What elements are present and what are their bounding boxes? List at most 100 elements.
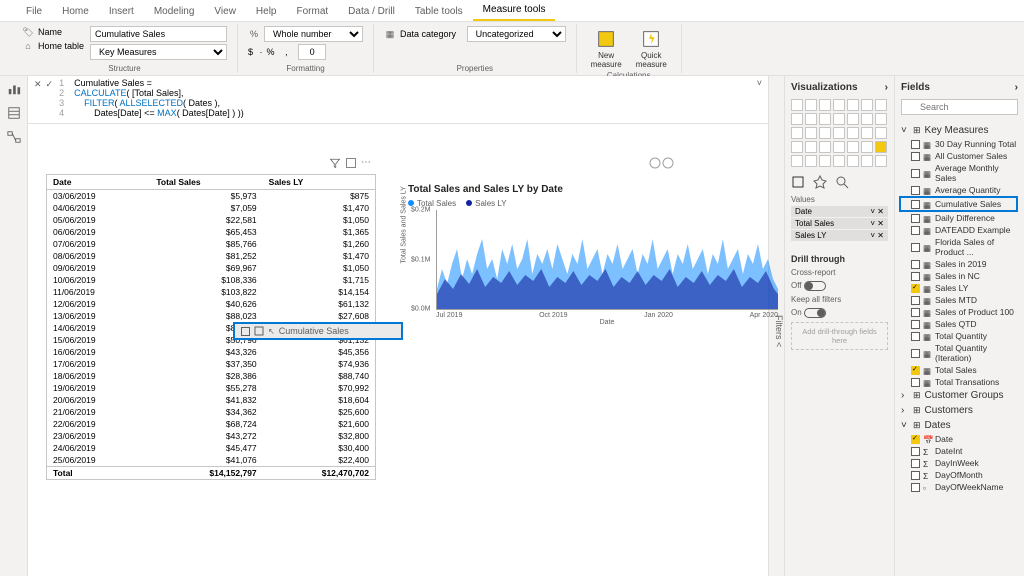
new-measure-button[interactable]: New measure <box>587 26 626 71</box>
table-row[interactable]: 16/06/2019$43,326$45,356 <box>47 346 375 358</box>
cancel-formula-icon[interactable]: ✕ <box>34 79 42 90</box>
viz-type-button[interactable] <box>833 155 845 167</box>
format-select[interactable]: Whole number <box>264 26 363 42</box>
collapse-icon[interactable]: › <box>1015 82 1018 93</box>
formula-bar[interactable]: ✕✓ 1234 Cumulative Sales = CALCULATE( [T… <box>28 76 768 124</box>
field-item[interactable]: ▦Total Sales <box>901 364 1018 376</box>
report-view-icon[interactable] <box>7 82 21 96</box>
field-checkbox[interactable] <box>911 214 920 223</box>
formula-code[interactable]: Cumulative Sales = CALCULATE( [Total Sal… <box>74 78 244 118</box>
tab-format[interactable]: Format <box>287 2 339 21</box>
field-checkbox[interactable] <box>911 226 920 235</box>
table-row[interactable]: 05/06/2019$22,581$1,050 <box>47 214 375 226</box>
field-item[interactable]: 📅Date <box>901 433 1018 445</box>
filter-icon[interactable] <box>329 157 341 169</box>
formula-expand-icon[interactable]: ˅ <box>757 78 762 88</box>
percent-button[interactable]: % <box>267 47 275 57</box>
field-checkbox[interactable] <box>911 186 920 195</box>
viz-type-button[interactable] <box>805 99 817 111</box>
viz-type-button[interactable] <box>847 141 859 153</box>
field-checkbox[interactable] <box>911 308 920 317</box>
fields-tab-icon[interactable] <box>791 175 805 189</box>
field-checkbox[interactable] <box>911 378 920 387</box>
tab-table-tools[interactable]: Table tools <box>405 2 473 21</box>
field-item[interactable]: ▫DayOfWeekName <box>901 481 1018 493</box>
table-row[interactable]: 11/06/2019$103,822$14,154 <box>47 286 375 298</box>
viz-type-button[interactable] <box>805 113 817 125</box>
column-header[interactable]: Date <box>47 175 150 190</box>
field-item[interactable]: ▦Total Quantity (Iteration) <box>901 342 1018 364</box>
field-checkbox[interactable] <box>911 260 920 269</box>
viz-type-button[interactable] <box>791 113 803 125</box>
field-item[interactable]: ▦Sales in 2019 <box>901 258 1018 270</box>
table-row[interactable]: 24/06/2019$45,477$30,400 <box>47 442 375 454</box>
field-checkbox[interactable] <box>911 320 920 329</box>
more-icon[interactable]: ⋯ <box>361 157 371 169</box>
viz-type-button[interactable] <box>875 141 887 153</box>
viz-type-button[interactable] <box>875 99 887 111</box>
viz-type-button[interactable] <box>847 99 859 111</box>
field-item[interactable]: ΣDateInt <box>901 445 1018 457</box>
tab-insert[interactable]: Insert <box>99 2 144 21</box>
table-row[interactable]: 18/06/2019$28,386$88,740 <box>47 370 375 382</box>
data-view-icon[interactable] <box>7 106 21 120</box>
viz-type-button[interactable] <box>847 155 859 167</box>
viz-type-button[interactable] <box>819 113 831 125</box>
viz-type-button[interactable] <box>875 113 887 125</box>
tab-view[interactable]: View <box>204 2 246 21</box>
viz-type-button[interactable] <box>875 127 887 139</box>
viz-type-button[interactable] <box>805 141 817 153</box>
field-item[interactable]: ▦Average Monthly Sales <box>901 162 1018 184</box>
viz-type-button[interactable] <box>805 127 817 139</box>
field-checkbox[interactable] <box>911 435 920 444</box>
field-checkbox[interactable] <box>911 349 920 358</box>
viz-type-button[interactable] <box>833 113 845 125</box>
decimals-input[interactable] <box>298 44 326 60</box>
viz-type-button[interactable] <box>861 127 873 139</box>
viz-type-button[interactable] <box>861 113 873 125</box>
viz-type-button[interactable] <box>805 155 817 167</box>
well-item[interactable]: Sales LY˅ ✕ <box>791 230 888 241</box>
field-checkbox[interactable] <box>911 483 920 492</box>
field-table-header[interactable]: ›⊞Customer Groups <box>901 388 1018 403</box>
drill-drop-zone[interactable]: Add drill-through fields here <box>791 322 888 350</box>
viz-type-button[interactable] <box>875 155 887 167</box>
field-item[interactable]: ▦Sales of Product 100 <box>901 306 1018 318</box>
chart-visual[interactable]: Total Sales and Sales LY by Date Total S… <box>408 184 778 326</box>
field-item[interactable]: ▦Total Quantity <box>901 330 1018 342</box>
home-table-select[interactable]: Key Measures <box>90 44 227 60</box>
viz-type-button[interactable] <box>819 141 831 153</box>
field-item[interactable]: ▦Daily Difference <box>901 212 1018 224</box>
commit-formula-icon[interactable]: ✓ <box>46 79 54 90</box>
quick-measure-button[interactable]: Quick measure <box>632 26 671 71</box>
table-row[interactable]: 08/06/2019$81,252$1,470 <box>47 250 375 262</box>
format-tab-icon[interactable] <box>813 175 827 189</box>
field-item[interactable]: ▦Sales in NC <box>901 270 1018 282</box>
tab-data-drill[interactable]: Data / Drill <box>338 2 405 21</box>
field-checkbox[interactable] <box>911 272 920 281</box>
viz-type-button[interactable] <box>861 141 873 153</box>
viz-type-button[interactable] <box>791 127 803 139</box>
field-item[interactable]: ▦Cumulative Sales <box>899 196 1018 212</box>
viz-type-button[interactable] <box>847 127 859 139</box>
table-row[interactable]: 17/06/2019$37,350$74,936 <box>47 358 375 370</box>
viz-type-button[interactable] <box>861 99 873 111</box>
table-row[interactable]: 04/06/2019$7,059$1,470 <box>47 202 375 214</box>
cross-report-toggle[interactable] <box>804 281 826 291</box>
field-table-header[interactable]: ˅⊞Dates <box>901 418 1018 433</box>
field-checkbox[interactable] <box>911 200 920 209</box>
table-row[interactable]: 22/06/2019$68,724$21,600 <box>47 418 375 430</box>
field-item[interactable]: ΣDayInWeek <box>901 457 1018 469</box>
tab-modeling[interactable]: Modeling <box>144 2 205 21</box>
data-category-select[interactable]: Uncategorized <box>467 26 566 42</box>
table-row[interactable]: 09/06/2019$69,967$1,050 <box>47 262 375 274</box>
viz-type-button[interactable] <box>819 127 831 139</box>
field-checkbox[interactable] <box>911 447 920 456</box>
field-checkbox[interactable] <box>911 140 920 149</box>
field-checkbox[interactable] <box>911 366 920 375</box>
viz-type-button[interactable] <box>819 155 831 167</box>
field-item[interactable]: ▦Sales LY <box>901 282 1018 294</box>
field-checkbox[interactable] <box>911 169 920 178</box>
field-table-header[interactable]: ›⊞Customers <box>901 403 1018 418</box>
viz-type-button[interactable] <box>791 99 803 111</box>
